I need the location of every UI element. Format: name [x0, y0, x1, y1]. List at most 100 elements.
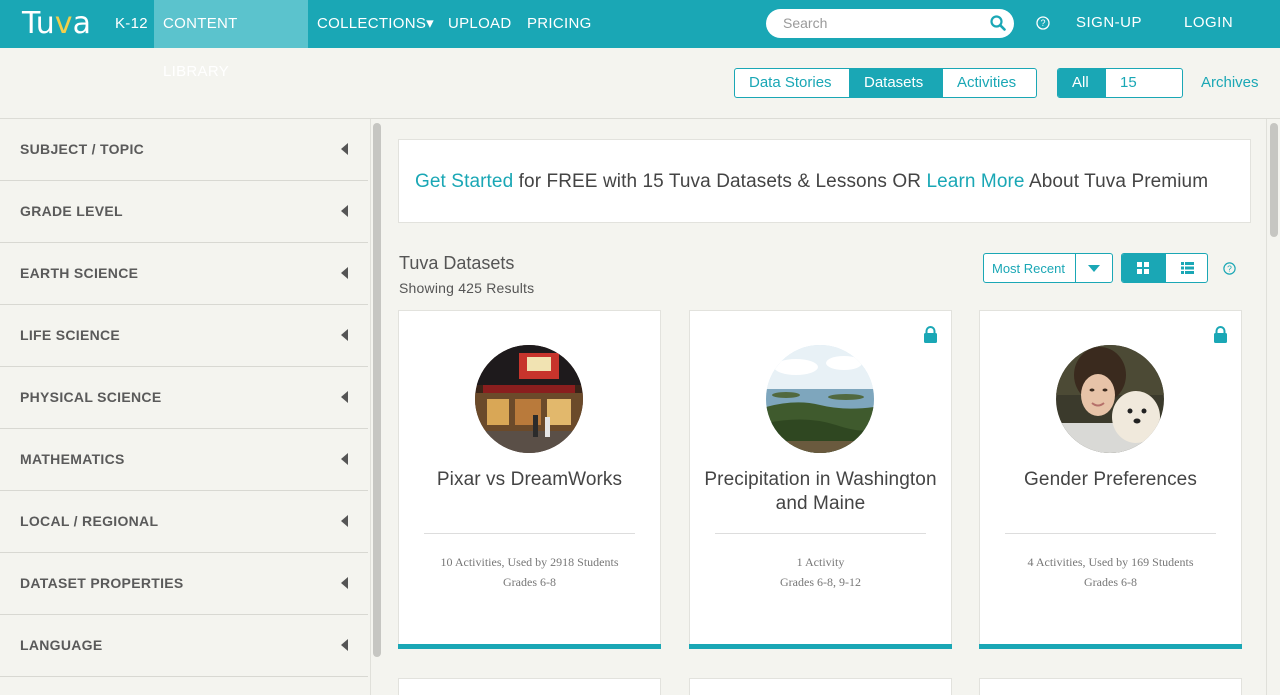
- archives-link[interactable]: Archives: [1201, 74, 1259, 91]
- dataset-card-partial[interactable]: [689, 678, 952, 695]
- nav-collections[interactable]: COLLECTIONS▾: [308, 0, 443, 48]
- search-box: [766, 9, 1014, 38]
- caret-left-icon: [341, 391, 348, 403]
- caret-left-icon: [341, 577, 348, 589]
- nav-content-library[interactable]: CONTENT LIBRARY: [154, 0, 308, 80]
- search-icon[interactable]: [990, 15, 1006, 31]
- view-toggle: [1121, 253, 1208, 283]
- promo-banner: Get Started for FREE with 15 Tuva Datase…: [398, 139, 1251, 223]
- card-accent-bar: [398, 644, 661, 649]
- dataset-thumbnail: [766, 345, 874, 453]
- section-title: Tuva Datasets: [399, 253, 515, 273]
- filter-sidebar: SUBJECT / TOPIC GRADE LEVEL EARTH SCIENC…: [0, 119, 368, 695]
- help-icon[interactable]: ?: [1036, 16, 1050, 30]
- filter-dataset-properties[interactable]: DATASET PROPERTIES: [0, 553, 368, 615]
- tuva-logo[interactable]: Tuva: [22, 6, 91, 41]
- caret-left-icon: [341, 143, 348, 155]
- list-view-button[interactable]: [1165, 254, 1207, 282]
- caret-left-icon: [341, 329, 348, 341]
- tab-15-free[interactable]: 15 Free: [1106, 69, 1182, 97]
- dataset-card-partial[interactable]: [398, 678, 661, 695]
- svg-text:?: ?: [1227, 264, 1232, 274]
- promo-middle: for FREE with 15 Tuva Datasets & Lessons…: [513, 171, 927, 192]
- sidebar-scrollbar[interactable]: [370, 119, 383, 695]
- sidebar-scroll-thumb[interactable]: [373, 123, 381, 657]
- filter-earth-science[interactable]: EARTH SCIENCE: [0, 243, 368, 305]
- card-divider: [424, 533, 635, 534]
- card-meta: 1 Activity Grades 6-8, 9-12: [695, 552, 946, 592]
- dataset-card-partial[interactable]: [979, 678, 1242, 695]
- caret-down-icon: [1088, 265, 1100, 272]
- content-type-tabs: Data Stories Datasets Activities: [734, 68, 1037, 98]
- card-title[interactable]: Precipitation in Washington and Maine: [700, 468, 941, 516]
- card-divider: [1005, 533, 1216, 534]
- card-title[interactable]: Gender Preferences: [990, 468, 1231, 492]
- filter-physical-science[interactable]: PHYSICAL SCIENCE: [0, 367, 368, 429]
- caret-left-icon: [341, 205, 348, 217]
- filter-local-regional[interactable]: LOCAL / REGIONAL: [0, 491, 368, 553]
- caret-left-icon: [341, 267, 348, 279]
- filter-label: DATASET PROPERTIES: [20, 575, 184, 591]
- main-scrollbar[interactable]: [1266, 119, 1280, 695]
- learn-more-link[interactable]: Learn More: [926, 171, 1024, 192]
- lock-icon: [924, 326, 937, 343]
- card-grades: Grades 6-8: [1084, 575, 1137, 589]
- tab-datasets[interactable]: Datasets: [850, 69, 943, 97]
- card-divider: [715, 533, 926, 534]
- card-grades: Grades 6-8, 9-12: [780, 575, 861, 589]
- dataset-card[interactable]: Gender Preferences 4 Activities, Used by…: [979, 310, 1242, 649]
- list-icon: [1181, 262, 1194, 274]
- tab-all[interactable]: All: [1058, 69, 1106, 97]
- filter-subject-topic[interactable]: SUBJECT / TOPIC: [0, 119, 368, 181]
- filter-label: LIFE SCIENCE: [20, 327, 121, 343]
- caret-left-icon: [341, 515, 348, 527]
- grid-icon: [1137, 262, 1149, 274]
- dataset-card[interactable]: Pixar vs DreamWorks 10 Activities, Used …: [398, 310, 661, 649]
- signup-link[interactable]: SIGN-UP: [1076, 0, 1142, 46]
- card-usage: 10 Activities, Used by 2918 Students: [440, 555, 619, 569]
- filter-label: GRADE LEVEL: [20, 203, 123, 219]
- dataset-thumbnail: [475, 345, 583, 453]
- promo-text: Get Started for FREE with 15 Tuva Datase…: [415, 171, 1208, 193]
- promo-end: About Tuva Premium: [1024, 171, 1209, 192]
- filter-mathematics[interactable]: MATHEMATICS: [0, 429, 368, 491]
- caret-left-icon: [341, 453, 348, 465]
- filter-label: LOCAL / REGIONAL: [20, 513, 159, 529]
- card-title[interactable]: Pixar vs DreamWorks: [409, 468, 650, 492]
- filter-language[interactable]: LANGUAGE: [0, 615, 368, 677]
- nav-upload[interactable]: UPLOAD: [439, 0, 521, 48]
- card-meta: 4 Activities, Used by 169 Students Grade…: [985, 552, 1236, 592]
- dataset-card[interactable]: Precipitation in Washington and Maine 1 …: [689, 310, 952, 649]
- card-accent-bar: [979, 644, 1242, 649]
- help-icon[interactable]: ?: [1223, 262, 1236, 275]
- card-usage: 1 Activity: [796, 555, 845, 569]
- filter-grade-level[interactable]: GRADE LEVEL: [0, 181, 368, 243]
- filter-label: MATHEMATICS: [20, 451, 125, 467]
- login-link[interactable]: LOGIN: [1184, 0, 1233, 46]
- card-grades: Grades 6-8: [503, 575, 556, 589]
- search-input[interactable]: [783, 14, 983, 32]
- filter-label: SUBJECT / TOPIC: [20, 141, 145, 157]
- sort-dropdown[interactable]: Most Recent: [983, 253, 1113, 283]
- filter-life-science[interactable]: LIFE SCIENCE: [0, 305, 368, 367]
- dataset-thumbnail: [1056, 345, 1164, 453]
- sort-label: Most Recent: [992, 261, 1065, 276]
- grid-view-button[interactable]: [1122, 254, 1165, 282]
- card-usage: 4 Activities, Used by 169 Students: [1027, 555, 1194, 569]
- main-scroll-thumb[interactable]: [1270, 123, 1278, 237]
- get-started-link[interactable]: Get Started: [415, 171, 513, 192]
- tab-activities[interactable]: Activities: [943, 69, 1036, 97]
- tab-data-stories[interactable]: Data Stories: [735, 69, 850, 97]
- top-navbar: Tuva K-12 CONTENT LIBRARY COLLECTIONS▾ U…: [0, 0, 1280, 80]
- sort-toggle[interactable]: [1075, 254, 1112, 282]
- caret-left-icon: [341, 639, 348, 651]
- filter-label: PHYSICAL SCIENCE: [20, 389, 162, 405]
- filter-label: EARTH SCIENCE: [20, 265, 139, 281]
- card-accent-bar: [689, 644, 952, 649]
- filter-label: LANGUAGE: [20, 637, 103, 653]
- svg-text:?: ?: [1040, 18, 1045, 28]
- results-count: Showing 425 Results: [399, 280, 535, 296]
- nav-pricing[interactable]: PRICING: [518, 0, 601, 48]
- card-meta: 10 Activities, Used by 2918 Students Gra…: [404, 552, 655, 592]
- nav-k12[interactable]: K-12: [106, 0, 157, 48]
